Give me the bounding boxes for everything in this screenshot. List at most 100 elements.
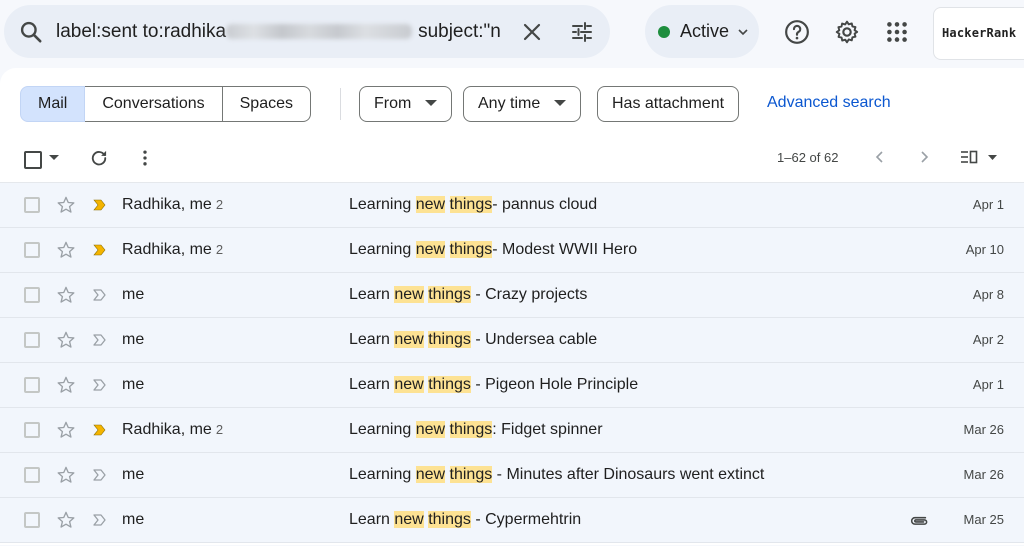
list-toolbar: 1–62 of 62 bbox=[0, 140, 1024, 182]
search-filter-bar: Mail Conversations Spaces From Any time … bbox=[0, 68, 1024, 140]
star-icon[interactable] bbox=[56, 465, 76, 485]
email-row-checkbox[interactable] bbox=[24, 287, 40, 303]
email-row[interactable]: Radhika, me 2 Learning new things- pannus … bbox=[0, 183, 1024, 228]
email-sender: me bbox=[122, 453, 148, 497]
star-icon[interactable] bbox=[56, 510, 76, 530]
email-row[interactable]: Radhika, me 2 Learning new things: Fidget … bbox=[0, 408, 1024, 453]
sender-names: me bbox=[122, 331, 145, 348]
search-highlight: new bbox=[415, 241, 446, 258]
subject-space bbox=[445, 241, 449, 258]
status-selector[interactable]: Active bbox=[645, 5, 759, 58]
email-subject: Learning new things: Fidget spinner bbox=[349, 408, 603, 452]
email-subject: Learn new things - Crazy projects bbox=[349, 273, 587, 317]
subject-prefix: Learning bbox=[349, 196, 416, 213]
sender-names: me bbox=[122, 286, 145, 303]
important-outline-icon[interactable] bbox=[92, 288, 108, 302]
status-label: Active bbox=[680, 21, 730, 41]
subject-prefix: Learning bbox=[349, 421, 416, 438]
search-highlight: things bbox=[428, 286, 471, 303]
search-highlight: things bbox=[449, 421, 493, 438]
split-pane-toggle-icon[interactable] bbox=[958, 149, 998, 165]
thread-count: 2 bbox=[215, 422, 224, 437]
search-input[interactable]: label:sent to:radhika subject:"n bbox=[56, 5, 506, 58]
email-sender: me bbox=[122, 273, 148, 317]
subject-rest: - Crazy projects bbox=[470, 286, 588, 303]
email-row-checkbox[interactable] bbox=[24, 467, 40, 483]
important-marker-icon[interactable] bbox=[92, 243, 108, 257]
star-icon[interactable] bbox=[56, 330, 76, 350]
important-outline-icon[interactable] bbox=[92, 513, 108, 527]
email-row-checkbox[interactable] bbox=[24, 332, 40, 348]
attachment-filter-chip[interactable]: Has attachment bbox=[597, 86, 740, 122]
select-all-checkbox[interactable] bbox=[24, 151, 42, 169]
email-row-checkbox[interactable] bbox=[24, 512, 40, 528]
subject-prefix: Learn bbox=[349, 376, 395, 393]
top-bar: label:sent to:radhika subject:"n Active H… bbox=[0, 0, 1024, 66]
search-options-icon[interactable] bbox=[570, 20, 594, 44]
time-filter-chip[interactable]: Any time bbox=[463, 86, 582, 122]
search-scope-selector: Mail Conversations Spaces bbox=[20, 86, 311, 122]
email-sender: Radhika, me 2 bbox=[122, 183, 223, 227]
search-highlight: new bbox=[394, 331, 424, 348]
help-icon[interactable] bbox=[784, 19, 810, 45]
star-icon[interactable] bbox=[56, 195, 76, 215]
email-list: Radhika, me 2 Learning new things- pannus … bbox=[0, 182, 1024, 546]
subject-space bbox=[445, 196, 449, 213]
subject-prefix: Learn bbox=[349, 331, 395, 348]
email-row[interactable]: me Learn new things - Pigeon Hole Princip… bbox=[0, 363, 1024, 408]
refresh-icon[interactable] bbox=[89, 148, 109, 168]
star-icon[interactable] bbox=[56, 240, 76, 260]
email-date: Mar 26 bbox=[963, 467, 1004, 482]
search-query-prefix: label:sent to:radhika bbox=[56, 21, 227, 42]
email-sender: Radhika, me 2 bbox=[122, 228, 223, 272]
scope-mail[interactable]: Mail bbox=[20, 86, 86, 122]
scope-conversations[interactable]: Conversations bbox=[85, 86, 223, 122]
search-highlight: new bbox=[394, 286, 424, 303]
star-icon[interactable] bbox=[56, 285, 76, 305]
main-panel: Mail Conversations Spaces From Any time … bbox=[0, 68, 1024, 545]
apps-grid-icon[interactable] bbox=[884, 19, 910, 45]
email-subject: Learn new things - Cypermehtrin bbox=[349, 498, 581, 542]
account-tile[interactable]: HackerRank bbox=[933, 7, 1024, 60]
email-row[interactable]: me Learn new things - Cypermehtrin Mar 25 bbox=[0, 498, 1024, 543]
email-date: Apr 1 bbox=[972, 197, 1004, 212]
email-row-checkbox[interactable] bbox=[24, 422, 40, 438]
select-menu-arrow-icon[interactable] bbox=[49, 155, 59, 160]
important-outline-icon[interactable] bbox=[92, 378, 108, 392]
search-icon[interactable] bbox=[18, 19, 44, 45]
email-subject: Learn new things - Undersea cable bbox=[349, 318, 597, 362]
scope-spaces[interactable]: Spaces bbox=[222, 86, 311, 122]
important-marker-icon[interactable] bbox=[92, 198, 108, 212]
email-row[interactable]: me Learning new things - Minutes after Di… bbox=[0, 453, 1024, 498]
important-outline-icon[interactable] bbox=[92, 468, 108, 482]
subject-prefix: Learn bbox=[349, 286, 395, 303]
account-brand-logo: HackerRank bbox=[942, 26, 1017, 40]
email-row-checkbox[interactable] bbox=[24, 242, 40, 258]
email-row[interactable]: me Learn new things - Undersea cable Apr 2 bbox=[0, 318, 1024, 363]
from-filter-chip[interactable]: From bbox=[359, 86, 453, 122]
email-row[interactable]: Radhika, me 2 Learning new things- Modest … bbox=[0, 228, 1024, 273]
attachment-filter-label: Has attachment bbox=[612, 95, 725, 112]
star-icon[interactable] bbox=[56, 420, 76, 440]
important-marker-icon[interactable] bbox=[92, 423, 108, 437]
chevron-left-icon[interactable] bbox=[872, 149, 888, 165]
important-outline-icon[interactable] bbox=[92, 333, 108, 347]
from-filter-label: From bbox=[374, 95, 412, 112]
clear-search-icon[interactable] bbox=[520, 20, 544, 44]
sender-names: me bbox=[122, 376, 145, 393]
status-dot-icon bbox=[658, 26, 670, 38]
email-row-checkbox[interactable] bbox=[24, 377, 40, 393]
subject-prefix: Learning bbox=[349, 466, 416, 483]
search-bar[interactable]: label:sent to:radhika subject:"n bbox=[4, 5, 610, 58]
email-row-checkbox[interactable] bbox=[24, 197, 40, 213]
gear-icon[interactable] bbox=[834, 19, 860, 45]
advanced-search-link[interactable]: Advanced search bbox=[767, 94, 891, 112]
subject-prefix: Learn bbox=[349, 511, 395, 528]
more-vert-icon[interactable] bbox=[135, 148, 155, 168]
email-row[interactable]: me Learn new things - Crazy projects Apr 8 bbox=[0, 273, 1024, 318]
search-highlight: new bbox=[394, 511, 424, 528]
chevron-right-icon[interactable] bbox=[916, 149, 932, 165]
search-highlight: things bbox=[428, 331, 471, 348]
search-highlight: new bbox=[415, 466, 446, 483]
star-icon[interactable] bbox=[56, 375, 76, 395]
